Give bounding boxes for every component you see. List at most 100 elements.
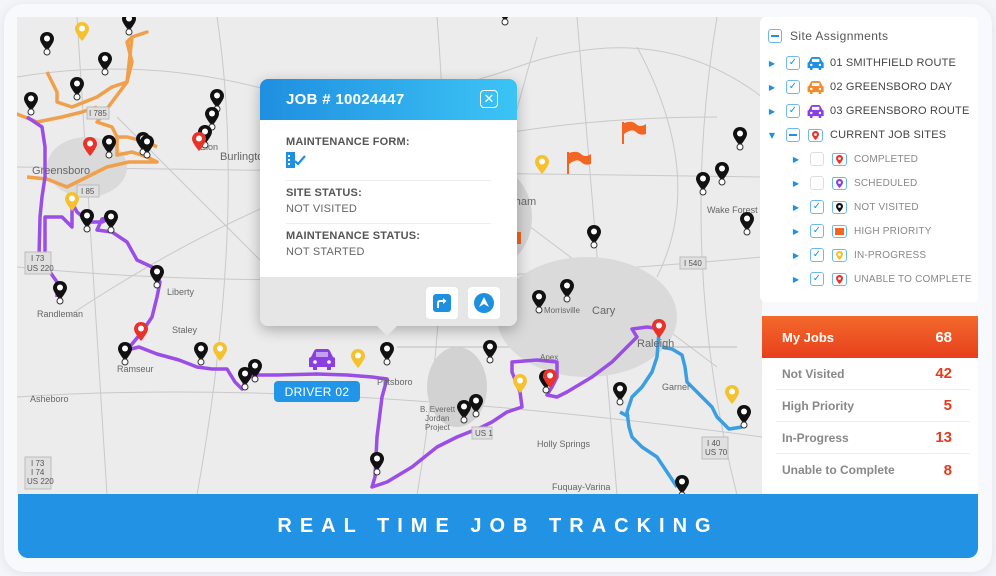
map-pin-icon[interactable]	[380, 342, 394, 366]
site-checkbox[interactable]: ✓	[810, 272, 824, 286]
flag-icon[interactable]	[517, 232, 521, 244]
layer-label: CURRENT JOB SITES	[830, 129, 947, 141]
layer-site-item[interactable]: ▶ ✓ UNABLE TO COMPLETE	[766, 267, 978, 291]
popup-tail	[377, 326, 397, 336]
layer-route-item[interactable]: ▶ ✓ 01 SMITHFIELD ROUTE	[766, 51, 978, 75]
caret-right-icon[interactable]: ▶	[790, 155, 802, 164]
route-checkbox[interactable]: ✓	[786, 56, 800, 70]
label-holly-springs: Holly Springs	[537, 439, 591, 449]
close-icon[interactable]: ✕	[480, 90, 498, 108]
driver-car-icon[interactable]	[309, 349, 335, 370]
site-assignments-header[interactable]: Site Assignments	[766, 27, 978, 45]
site-checkbox[interactable]: ✓	[810, 224, 824, 238]
car-icon	[806, 80, 824, 94]
jobs-row-count: 5	[943, 397, 952, 414]
flag-icon[interactable]	[622, 121, 646, 144]
map-pin-icon[interactable]	[535, 155, 549, 174]
flag-icon	[831, 224, 847, 238]
site-checkbox[interactable]: ✓	[810, 248, 824, 262]
layer-label: HIGH PRIORITY	[854, 225, 932, 237]
layer-site-item[interactable]: ▶ ✓ NOT VISITED	[766, 195, 978, 219]
route-checkbox[interactable]: ✓	[786, 80, 800, 94]
label-pittsboro: Pittsboro	[377, 377, 413, 387]
map-pin-icon[interactable]	[696, 172, 710, 196]
pin-icon	[831, 200, 847, 214]
caret-right-icon[interactable]: ▶	[766, 59, 778, 68]
caret-right-icon[interactable]: ▶	[790, 275, 802, 284]
checklist-icon[interactable]	[286, 152, 306, 168]
map-pin-icon[interactable]	[483, 340, 497, 364]
collapse-checkbox[interactable]	[768, 29, 782, 43]
layer-site-item[interactable]: ▶ ✓ IN-PROGRESS	[766, 243, 978, 267]
map-pin-icon[interactable]	[98, 52, 112, 76]
job-popup: JOB # 10024447 ✕ MAINTENANCE FORM: SITE …	[260, 79, 517, 336]
map-pin-icon[interactable]	[53, 281, 67, 305]
map-pin-icon[interactable]	[587, 225, 601, 249]
map-pin-icon[interactable]	[194, 342, 208, 366]
svg-text:Project: Project	[425, 423, 451, 432]
site-assignments-panel: Site Assignments ▶ ✓ 01 SMITHFIELD ROUTE…	[760, 17, 978, 302]
my-jobs-panel: My Jobs 68 Not Visited 42 High Priority …	[762, 316, 978, 494]
caret-right-icon[interactable]: ▶	[766, 107, 778, 116]
map-pin-icon[interactable]	[737, 405, 751, 429]
map-pin-icon[interactable]	[40, 32, 54, 56]
layer-site-item[interactable]: ▶ SCHEDULED	[766, 171, 978, 195]
my-jobs-header[interactable]: My Jobs 68	[762, 316, 978, 358]
map-pin-icon[interactable]	[370, 452, 384, 476]
popup-body: MAINTENANCE FORM: SITE STATUS: NOT VISIT…	[260, 120, 517, 266]
map-pin-icon[interactable]	[75, 22, 89, 41]
map-pin-icon[interactable]	[150, 265, 164, 289]
jobs-row-high-priority[interactable]: High Priority 5	[776, 390, 970, 422]
map-pin-icon[interactable]	[675, 475, 689, 495]
map-pin-icon[interactable]	[122, 17, 136, 36]
map-pin-icon[interactable]	[613, 382, 627, 406]
map-pin-icon[interactable]	[733, 127, 747, 151]
map-pin-icon[interactable]	[498, 17, 512, 26]
panel-title: Site Assignments	[790, 29, 889, 43]
map-pin-icon[interactable]	[513, 374, 527, 393]
label-apex: Apex	[540, 353, 558, 362]
label-jordan: B. Everett	[420, 405, 456, 414]
layer-route-item[interactable]: ▶ ✓ 03 GREENSBORO ROUTE	[766, 99, 978, 123]
label-morrisville: Morrisville	[544, 306, 581, 315]
layer-site-item[interactable]: ▶ COMPLETED	[766, 147, 978, 171]
navigate-button[interactable]	[468, 287, 500, 319]
layer-route-item[interactable]: ▶ ✓ 02 GREENSBORO DAY	[766, 75, 978, 99]
layer-group-current-job-sites[interactable]: ▼ CURRENT JOB SITES	[766, 123, 978, 147]
pin-icon	[831, 152, 847, 166]
site-checkbox[interactable]: ✓	[810, 200, 824, 214]
caret-right-icon[interactable]: ▶	[790, 251, 802, 260]
caret-down-icon[interactable]: ▼	[766, 131, 778, 140]
route-checkbox[interactable]: ✓	[786, 104, 800, 118]
map-pin-icon[interactable]	[213, 342, 227, 361]
jobs-row-unable-to-complete[interactable]: Unable to Complete 8	[776, 454, 970, 486]
site-checkbox[interactable]	[810, 176, 824, 190]
jobs-row-in-progress[interactable]: In-Progress 13	[776, 422, 970, 454]
map-pin-icon[interactable]	[80, 209, 94, 233]
group-checkbox[interactable]	[786, 128, 800, 142]
map-pin-icon[interactable]	[725, 385, 739, 404]
caret-right-icon[interactable]: ▶	[790, 179, 802, 188]
map-pin-icon[interactable]	[715, 162, 729, 186]
turn-right-icon	[433, 294, 451, 312]
directions-button[interactable]	[426, 287, 458, 319]
jobs-row-not-visited[interactable]: Not Visited 42	[776, 358, 970, 390]
map-pin-icon[interactable]	[351, 349, 365, 368]
map-pin-icon[interactable]	[118, 342, 132, 366]
driver-label[interactable]: DRIVER 02	[274, 381, 360, 402]
popup-title: JOB # 10024447	[286, 91, 405, 108]
caret-right-icon[interactable]: ▶	[766, 83, 778, 92]
layer-site-item[interactable]: ▶ ✓ HIGH PRIORITY	[766, 219, 978, 243]
map-pin-icon[interactable]	[740, 212, 754, 236]
map-pin-icon[interactable]	[24, 92, 38, 116]
pin-icon	[830, 176, 848, 190]
caret-right-icon[interactable]: ▶	[790, 227, 802, 236]
field-value: NOT STARTED	[286, 246, 365, 258]
caret-right-icon[interactable]: ▶	[790, 203, 802, 212]
my-jobs-total: 68	[935, 328, 952, 346]
site-checkbox[interactable]	[810, 152, 824, 166]
flag-icon[interactable]	[567, 151, 591, 174]
field-label: MAINTENANCE FORM:	[286, 136, 410, 148]
pin-icon	[830, 272, 848, 286]
high-priority-flags[interactable]	[517, 121, 646, 244]
